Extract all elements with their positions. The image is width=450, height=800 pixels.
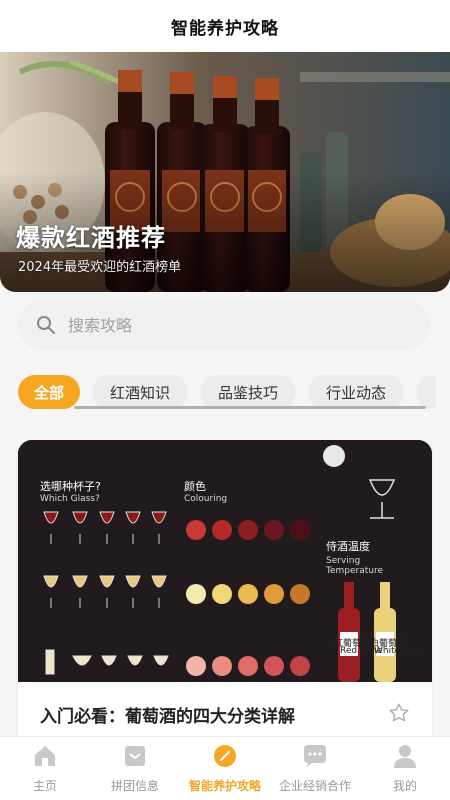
nav-guide[interactable]: 智能养护攻略 <box>180 737 270 800</box>
page: 智能养护攻略 爆款红酒推荐 2024年最受欢迎的红酒榜单 搜索攻略 全部 红酒知… <box>0 0 450 800</box>
chat-icon <box>304 745 326 767</box>
nav-profile[interactable]: 我的 <box>360 737 450 800</box>
colour-heading-en: Colouring <box>184 494 228 504</box>
white-bottle-label-en: White Wine <box>374 646 426 656</box>
article-card[interactable]: 选哪种杯子? Which Glass? 颜色 Colouring 侍酒温度 Se… <box>18 440 432 750</box>
nav-label-home: 主页 <box>32 779 57 793</box>
search-input[interactable] <box>68 315 388 335</box>
nav-group-buy[interactable]: 拼团信息 <box>90 737 180 800</box>
nav-label-guide: 智能养护攻略 <box>188 779 261 793</box>
nav-label-profile: 我的 <box>392 779 417 793</box>
tab-scroll-indicator[interactable] <box>74 406 426 409</box>
tab-all[interactable]: 全部 <box>18 375 81 409</box>
page-title: 智能养护攻略 <box>171 18 279 39</box>
nav-home[interactable]: 主页 <box>0 737 90 800</box>
nav-label-group-buy: 拼团信息 <box>110 779 159 793</box>
nav-label-cooperation: 企业经销合作 <box>278 779 351 793</box>
glass-heading-en: Which Glass? <box>40 494 100 504</box>
banner[interactable]: 爆款红酒推荐 2024年最受欢迎的红酒榜单 <box>0 52 450 292</box>
temp-heading-en: Serving Temperature <box>326 556 384 576</box>
tab-wine-knowledge[interactable]: 红酒知识 <box>92 375 189 409</box>
group-buy-icon <box>125 746 145 766</box>
colour-heading: 颜色 <box>184 480 206 493</box>
tab-tasting-tips[interactable]: 品鉴技巧 <box>200 375 297 409</box>
banner-title: 爆款红酒推荐 <box>16 224 166 252</box>
tab-industry-news[interactable]: 行业动态 <box>308 375 405 409</box>
user-icon <box>394 745 416 768</box>
header: 智能养护攻略 <box>0 0 450 52</box>
temp-heading: 侍酒温度 <box>326 540 370 553</box>
search-icon <box>37 316 55 334</box>
tab-overflow[interactable] <box>416 375 437 409</box>
home-icon <box>35 746 55 766</box>
nav-cooperation[interactable]: 企业经销合作 <box>270 737 360 800</box>
bottom-nav: 主页 拼团信息 智能养护攻略 企业经销合作 我的 <box>0 736 450 800</box>
article-image: 选哪种杯子? Which Glass? 颜色 Colouring 侍酒温度 Se… <box>18 440 432 682</box>
banner-subtitle: 2024年最受欢迎的红酒榜单 <box>18 260 182 275</box>
article-title[interactable]: 入门必看：葡萄酒的四大分类详解 <box>40 702 295 727</box>
search-bar[interactable] <box>18 300 430 350</box>
guide-icon <box>214 745 236 767</box>
glass-heading: 选哪种杯子? <box>40 480 101 493</box>
star-icon[interactable] <box>388 702 410 724</box>
